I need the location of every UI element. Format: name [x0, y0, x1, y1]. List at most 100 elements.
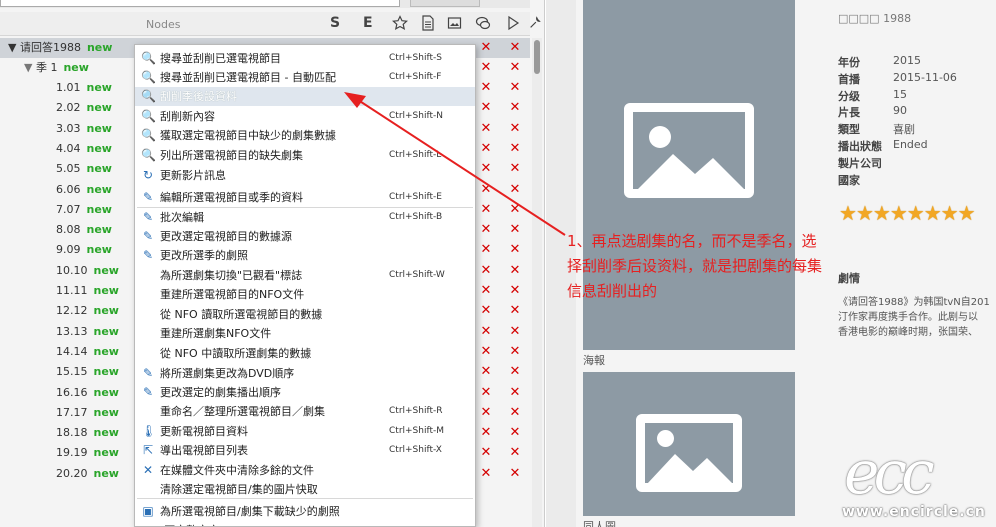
menu-separator	[137, 207, 473, 208]
new-badge: new	[93, 466, 119, 480]
new-badge: new	[86, 162, 112, 176]
play-icon[interactable]	[505, 15, 521, 31]
expand-arrow-icon[interactable]: ▼	[8, 41, 20, 54]
menu-item[interactable]: 🌡 更新電視節目資料 Ctrl+Shift-M	[135, 422, 475, 441]
menu-item[interactable]: ✎ 將所選劇集更改為DVD順序	[135, 364, 475, 383]
column-e-header[interactable]: E	[363, 15, 373, 31]
menu-item[interactable]: 🔍 搜尋並刮削已選電視節目 - 自動匹配 Ctrl+Shift-F	[135, 68, 475, 87]
expand-arrow-icon[interactable]: ▼	[24, 61, 36, 74]
menu-item[interactable]: 🔍 刮削新內容 Ctrl+Shift-N	[135, 107, 475, 126]
search-input[interactable]	[0, 0, 400, 7]
new-badge: new	[86, 41, 113, 54]
missing-mark: ✕	[480, 445, 492, 461]
menu-item-label: 清除選定電視節目/集的圖片快取	[160, 483, 318, 496]
episode-title: 15.15	[56, 365, 88, 379]
scrollbar-thumb[interactable]	[534, 40, 540, 74]
meta-label: 分级	[838, 89, 860, 103]
episode-title: 7.07	[56, 202, 81, 216]
nfo-file-icon[interactable]	[420, 15, 436, 31]
menu-item[interactable]: ⇱ 導出電視節目列表 Ctrl+Shift-X	[135, 441, 475, 460]
rating-star-icon: ★	[872, 202, 891, 224]
meta-value: 90	[893, 104, 907, 118]
meta-value: Ended	[893, 138, 928, 151]
rating-star-icon: ★	[906, 202, 925, 224]
watermark: ecc www.encircle.cn	[830, 438, 996, 527]
column-s-header[interactable]: S	[330, 15, 340, 31]
episode-title: 16.16	[56, 385, 88, 399]
menu-item[interactable]: 重命名／整理所選電視節目／劇集 Ctrl+Shift-R	[135, 402, 475, 421]
menu-item[interactable]: ✎ 編輯所選電視節目或季的資料 Ctrl+Shift-E	[135, 188, 475, 207]
menu-item[interactable]: 🔍 獲取選定電視節目中缺少的劇集數據	[135, 126, 475, 145]
menu-item-label: 刮削季後設資料	[160, 90, 237, 103]
menu-item[interactable]: ✎ 更改選定的劇集播出順序	[135, 383, 475, 402]
plot-text-line: 汀作家再度携手合作。此剧与以	[838, 312, 978, 323]
wrench-icon[interactable]	[528, 15, 542, 31]
rating-star-icon: ★	[940, 202, 959, 224]
missing-mark: ✕	[480, 465, 492, 481]
missing-mark: ✕	[480, 161, 492, 177]
menu-item[interactable]: 為所選劇集切換"已觀看"標誌 Ctrl+Shift-W	[135, 266, 475, 285]
menu-item[interactable]: 重建所選電視節目的NFO文件	[135, 285, 475, 304]
subtitles-icon[interactable]	[475, 15, 491, 31]
menu-item[interactable]: 重建所選劇集NFO文件	[135, 324, 475, 343]
menu-item[interactable]: 🔍 列出所選電視節目的缺失劇集 Ctrl+Shift-L	[135, 146, 475, 165]
menu-item[interactable]: 🔍 刮削季後設資料	[135, 87, 475, 106]
menu-item-label: (不完整文字)	[160, 521, 224, 526]
menu-item-label: 編輯所選電視節目或季的資料	[160, 191, 303, 204]
nodes-column-header[interactable]: Nodes	[146, 18, 180, 31]
menu-item-shortcut: Ctrl+Shift-R	[389, 406, 443, 416]
missing-mark: ✕	[480, 404, 492, 420]
watermark-url: www.encircle.cn	[842, 504, 986, 520]
toolbar-button[interactable]	[410, 0, 480, 7]
menu-item-label: 獲取選定電視節目中缺少的劇集數據	[160, 129, 336, 142]
menu-item-label: 更改選定電視節目的數據源	[160, 230, 292, 243]
new-badge: new	[93, 365, 119, 379]
menu-item-label: 為所選劇集切換"已觀看"標誌	[160, 269, 303, 282]
search-icon: 🔍	[141, 51, 156, 65]
annotation-text: 1、再点选剧集的名，而不是季名，选择刮削季后设资料，就是把剧集的每集信息刮削出的	[567, 232, 823, 300]
menu-item-shortcut: Ctrl+Shift-M	[389, 426, 445, 436]
episode-title: 3.03	[56, 121, 81, 135]
images-icon[interactable]	[447, 15, 463, 31]
new-badge: new	[63, 61, 89, 74]
new-badge: new	[86, 223, 112, 237]
meta-value: 2015	[893, 54, 921, 67]
menu-item[interactable]: ✎ 更改所選季的劇照	[135, 246, 475, 265]
menu-item-shortcut: Ctrl+Shift-N	[389, 111, 443, 121]
menu-item[interactable]: ▣ 為所選電視節目/劇集下載缺少的劇照	[135, 502, 475, 521]
meta-label: 年份	[838, 56, 860, 69]
menu-item[interactable]: 🔍 搜尋並刮削已選電視節目 Ctrl+Shift-S	[135, 49, 475, 68]
plot-text-line: 《请回答1988》为韩国tvN自201	[838, 297, 990, 308]
menu-item-label: 列出所選電視節目的缺失劇集	[160, 149, 303, 162]
edit-icon: ✎	[142, 248, 154, 262]
rating-stars: ★★★★★★★★	[839, 202, 996, 224]
menu-item[interactable]: ✎ 批次編輯 Ctrl+Shift-B	[135, 208, 475, 227]
tree-scrollbar[interactable]	[532, 38, 542, 527]
episode-title: 12.12	[56, 304, 88, 318]
fanart-placeholder[interactable]	[583, 372, 795, 516]
menu-item[interactable]: (不完整文字)	[135, 521, 475, 526]
missing-mark: ✕	[480, 303, 492, 319]
meta-label: 類型	[838, 123, 860, 137]
episode-title: 1.01	[56, 81, 81, 94]
menu-item[interactable]: ↻ 更新影片訊息	[135, 166, 475, 185]
star-icon[interactable]	[392, 15, 408, 31]
menu-item[interactable]: 從 NFO 中讀取所選劇集的數據	[135, 344, 475, 363]
edit-icon: ✎	[142, 210, 154, 224]
meta-label: 國家	[838, 173, 860, 187]
new-badge: new	[86, 121, 112, 135]
thermometer-icon: 🌡	[141, 424, 157, 438]
new-badge: new	[93, 304, 119, 318]
meta-value: 喜剧	[893, 123, 915, 137]
episode-title: 8.08	[56, 223, 81, 237]
menu-item[interactable]: ✎ 更改選定電視節目的數據源	[135, 227, 475, 246]
missing-mark: ✕	[509, 120, 521, 136]
menu-item[interactable]: 從 NFO 讀取所選電視節目的數據	[135, 305, 475, 324]
menu-item-label: 從 NFO 讀取所選電視節目的數據	[160, 308, 323, 321]
menu-item[interactable]: ✕ 在媒體文件夾中清除多餘的文件	[135, 461, 475, 480]
menu-item-label: 從 NFO 中讀取所選劇集的數據	[160, 347, 312, 360]
menu-item[interactable]: 清除選定電視節目/集的圖片快取	[135, 480, 475, 499]
episode-title: 6.06	[56, 182, 81, 196]
tv-show-tree-pane: Nodes S E ▼ 请回答1988 new ✕ ✕ ▼ 季 1 new ✕ ✕ …	[0, 0, 545, 527]
menu-item-label: 更改選定的劇集播出順序	[160, 386, 281, 399]
